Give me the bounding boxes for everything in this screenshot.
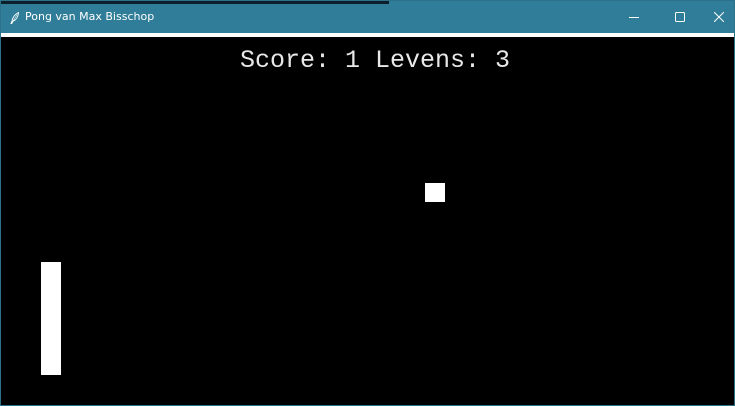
- score-value: 1: [344, 46, 360, 75]
- score-display: Score: 1 Levens: 3: [5, 46, 734, 75]
- game-canvas[interactable]: Score: 1 Levens: 3: [5, 37, 733, 405]
- minimize-icon: [629, 17, 639, 18]
- close-button[interactable]: [703, 1, 734, 33]
- maximize-button[interactable]: [657, 1, 703, 33]
- title-bar-top-edge: [1, 1, 389, 4]
- feather-icon: [10, 12, 19, 24]
- player-paddle: [41, 262, 61, 375]
- app-window: Pong van Max Bisschop Score: 1 Levens: 3: [0, 0, 735, 406]
- score-label: Score:: [239, 46, 330, 75]
- close-icon: [713, 12, 724, 22]
- lives-label: Levens:: [375, 46, 481, 75]
- maximize-icon: [675, 12, 685, 22]
- window-title: Pong van Max Bisschop: [25, 10, 155, 23]
- lives-value: 3: [495, 46, 511, 75]
- minimize-button[interactable]: [611, 1, 657, 33]
- ball: [425, 183, 445, 202]
- title-bar[interactable]: Pong van Max Bisschop: [1, 1, 734, 33]
